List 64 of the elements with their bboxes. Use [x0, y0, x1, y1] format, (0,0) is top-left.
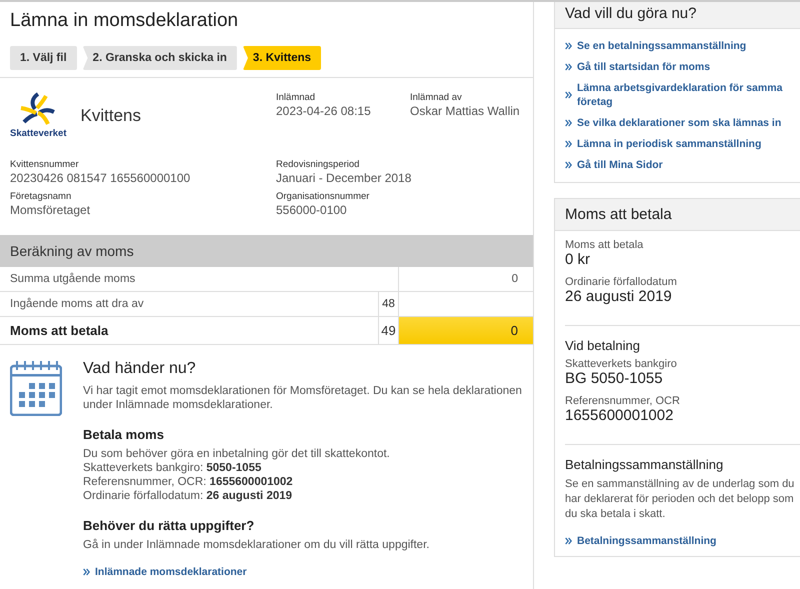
row-value: 0 [398, 267, 533, 291]
field-label: Organisationsnummer [276, 191, 370, 202]
chevron-icon [565, 161, 572, 169]
row-label: Ingående moms att dra av [9, 296, 145, 312]
section-header: Beräkning av moms [0, 235, 533, 267]
chevron-icon [565, 537, 572, 545]
field-value: 2023-04-26 08:15 [276, 104, 372, 118]
calendar-icon [10, 360, 62, 416]
chevron-icon [565, 42, 572, 50]
field-value: Januari - December 2018 [276, 171, 412, 185]
field-label: Kvittensnummer [10, 159, 80, 170]
logo-text: Skatteverket [10, 128, 67, 139]
field-label: Inlämnad [276, 92, 316, 103]
field-label: Företagsnamn [10, 191, 72, 202]
receipt-title: Kvittens [80, 106, 141, 126]
paragraph: Se en sammanställning av de underlag som du har deklarerat för perioden och det belopp som du ska betala i skatt. [565, 477, 796, 522]
item-value: BG 5050-1055 [565, 370, 664, 387]
link[interactable]: Lämna arbetsgivardeklaration för samma företag [565, 81, 795, 109]
page-title: Lämna in momsdeklaration [10, 10, 240, 32]
link[interactable]: Lämna in periodisk sammanställning [565, 137, 795, 151]
item-label: Skatteverkets bankgiro [565, 358, 678, 370]
chevron-icon [565, 91, 572, 99]
total-value: 0 [398, 317, 533, 344]
field-label: Redovisningsperiod [276, 159, 360, 170]
paragraph: Vi har tagit emot momsdeklarationen för Momsföretaget. Du kan se hela deklarationen under Inlämnade momsdeklarationer. [83, 384, 523, 412]
field-value: Oskar Mattias Wallin [410, 104, 521, 118]
link[interactable]: Se vilka deklarationer som ska lämnas in [565, 116, 795, 130]
subheading: Vid betalning [565, 338, 641, 353]
link[interactable]: Inlämnade momsdeklarationer [83, 565, 523, 579]
link[interactable]: Se en betalningssammanställning [565, 39, 795, 53]
text-line: Skatteverkets bankgiro: 5050-1055 [83, 461, 262, 475]
chevron-icon [83, 568, 90, 576]
field-value: Momsföretaget [10, 203, 92, 217]
card-title: Vad vill du göra nu? [555, 2, 800, 29]
subheading: Betala moms [83, 427, 165, 442]
item-value: 1655600001002 [565, 407, 674, 424]
link[interactable]: Gå till startsidan för moms [565, 60, 795, 74]
row-label: Moms att betala [9, 322, 110, 340]
item-label: Moms att betala [565, 239, 644, 251]
chevron-icon [565, 140, 572, 148]
item-label: Ordinarie förfallodatum [565, 276, 678, 288]
chevron-icon [565, 119, 572, 127]
link[interactable]: Gå till Mina Sidor [565, 158, 795, 172]
subheading: Betalningssammanställning [565, 457, 724, 472]
link[interactable]: Betalningssammanställning [565, 534, 800, 548]
item-value: 26 augusti 2019 [565, 288, 673, 305]
field-value: 556000-0100 [276, 203, 348, 217]
text-line: Gå in under Inlämnade momsdeklarationer om du vill rätta uppgifter. [83, 538, 430, 552]
field-label: Inlämnad av [410, 92, 463, 103]
item-label: Referensnummer, OCR [565, 395, 681, 407]
item-value: 0 kr [565, 251, 592, 268]
row-code: 48 [378, 292, 398, 316]
step-tab[interactable]: 3. Kvittens [242, 46, 322, 70]
subheading: Behöver du rätta uppgifter? [83, 518, 256, 533]
section-heading: Vad händer nu? [83, 360, 197, 378]
step-tab[interactable]: 1. Välj fil [10, 46, 77, 70]
card-title: Moms att betala [555, 199, 800, 231]
chevron-icon [565, 63, 572, 71]
step-tab[interactable]: 2. Granska och skicka in [82, 46, 237, 70]
text-line: Ordinarie förfallodatum: 26 augusti 2019 [83, 489, 294, 503]
text-line: Du som behöver göra en inbetalning gör det till skattekontot. [83, 447, 391, 461]
text-line: Referensnummer, OCR: 1655600001002 [83, 475, 294, 489]
row-label: Summa utgående moms [9, 272, 136, 287]
field-value: 20230426 081547 165560000100 [10, 171, 192, 185]
